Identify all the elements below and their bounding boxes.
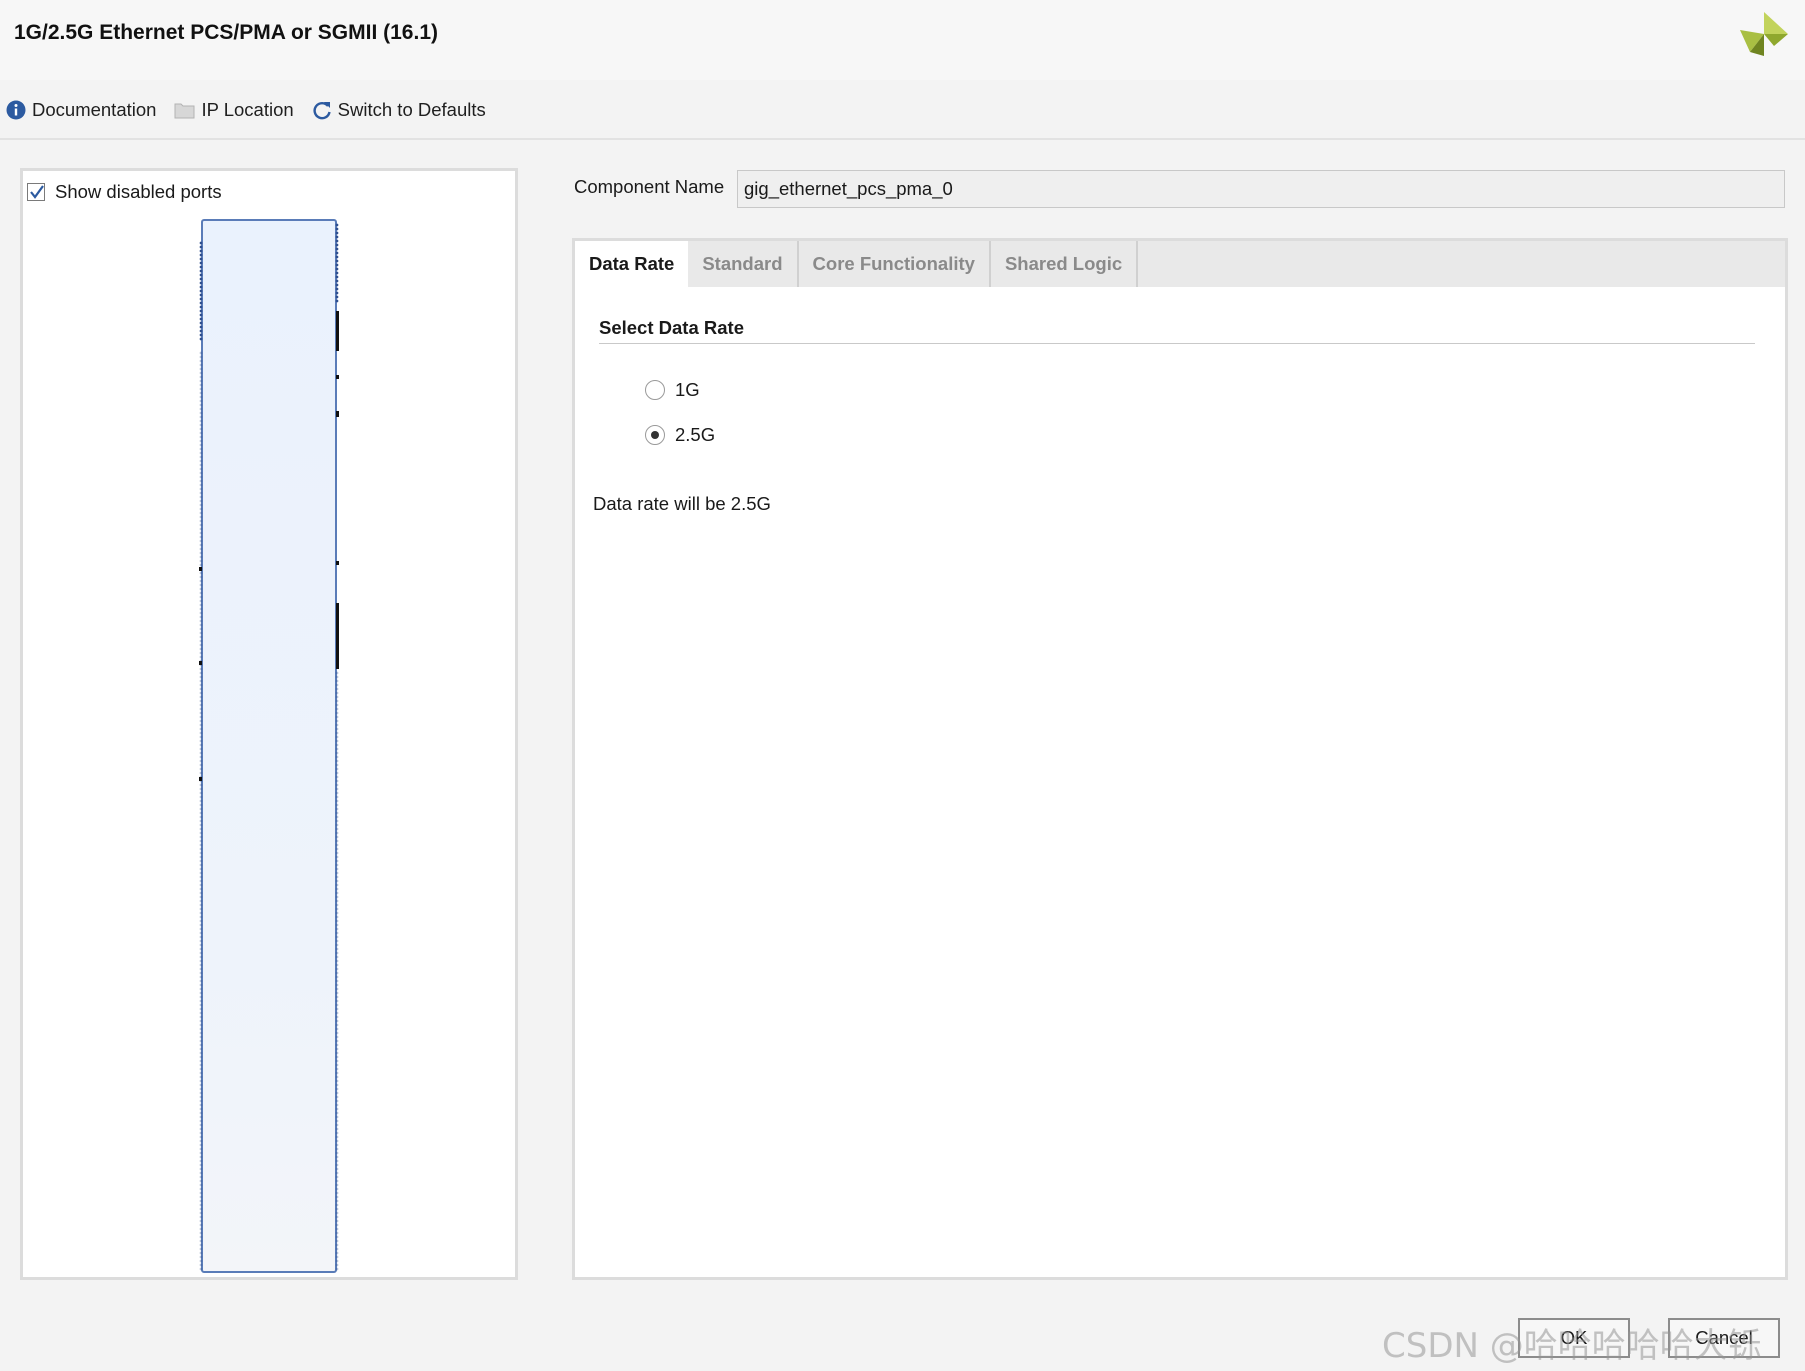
data-rate-info: Data rate will be 2.5G bbox=[593, 493, 771, 514]
tab-shared-logic[interactable]: Shared Logic bbox=[991, 241, 1139, 287]
title-bar: 1G/2.5G Ethernet PCS/PMA or SGMII (16.1) bbox=[0, 0, 1805, 80]
refresh-icon bbox=[313, 101, 331, 120]
section-title: Select Data Rate bbox=[599, 317, 744, 338]
folder-icon bbox=[174, 103, 195, 119]
radio-1g-label: 1G bbox=[675, 379, 700, 400]
right-port-pin bbox=[336, 375, 339, 379]
toolbar-divider bbox=[0, 138, 1805, 140]
ok-button[interactable]: OK bbox=[1518, 1318, 1630, 1358]
component-name-input[interactable] bbox=[737, 170, 1785, 208]
left-port-pins-top bbox=[199, 241, 203, 341]
xilinx-logo-icon bbox=[1740, 12, 1788, 56]
show-disabled-ports-label: Show disabled ports bbox=[55, 181, 222, 202]
right-port-pins-top bbox=[335, 223, 339, 303]
switch-to-defaults-button[interactable]: Switch to Defaults bbox=[312, 99, 486, 121]
radio-2-5g-label: 2.5G bbox=[675, 424, 716, 445]
tab-core-functionality[interactable]: Core Functionality bbox=[799, 241, 991, 287]
data-rate-option-2-5g[interactable]: 2.5G bbox=[645, 424, 715, 446]
info-icon bbox=[6, 100, 26, 120]
ip-symbol-block bbox=[201, 219, 337, 1273]
radio-1g[interactable] bbox=[645, 380, 665, 400]
right-port-pin bbox=[336, 411, 339, 417]
checkmark-icon bbox=[30, 185, 44, 199]
ip-location-button[interactable]: IP Location bbox=[174, 99, 294, 121]
configuration-panel: Data Rate Standard Core Functionality Sh… bbox=[572, 238, 1788, 1280]
window-title: 1G/2.5G Ethernet PCS/PMA or SGMII (16.1) bbox=[14, 21, 438, 44]
data-rate-option-1g[interactable]: 1G bbox=[645, 379, 700, 401]
right-port-pin bbox=[336, 561, 339, 565]
right-port-pins bbox=[336, 311, 339, 351]
left-port-pins-bottom bbox=[199, 351, 203, 1271]
section-divider bbox=[599, 343, 1755, 344]
show-disabled-ports-row[interactable]: Show disabled ports bbox=[27, 181, 222, 203]
toolbar: Documentation IP Location Switch to Defa… bbox=[0, 90, 1805, 130]
component-name-label: Component Name bbox=[574, 176, 725, 197]
left-port-pin bbox=[199, 777, 202, 781]
switch-to-defaults-label: Switch to Defaults bbox=[337, 99, 486, 120]
tab-standard[interactable]: Standard bbox=[688, 241, 799, 287]
left-port-pin bbox=[199, 661, 202, 665]
tab-data-rate[interactable]: Data Rate bbox=[575, 241, 689, 287]
tab-bar: Data Rate Standard Core Functionality Sh… bbox=[575, 241, 1785, 287]
cancel-button[interactable]: Cancel bbox=[1668, 1318, 1780, 1358]
right-port-pins-bottom bbox=[335, 671, 339, 1271]
left-port-pin bbox=[199, 567, 202, 571]
ip-symbol-panel: Show disabled ports bbox=[20, 168, 518, 1280]
documentation-button[interactable]: Documentation bbox=[6, 99, 156, 121]
ip-location-label: IP Location bbox=[201, 99, 294, 120]
show-disabled-ports-checkbox[interactable] bbox=[27, 183, 45, 201]
radio-2-5g[interactable] bbox=[645, 425, 665, 445]
right-port-pins bbox=[336, 603, 339, 669]
documentation-label: Documentation bbox=[32, 99, 157, 120]
